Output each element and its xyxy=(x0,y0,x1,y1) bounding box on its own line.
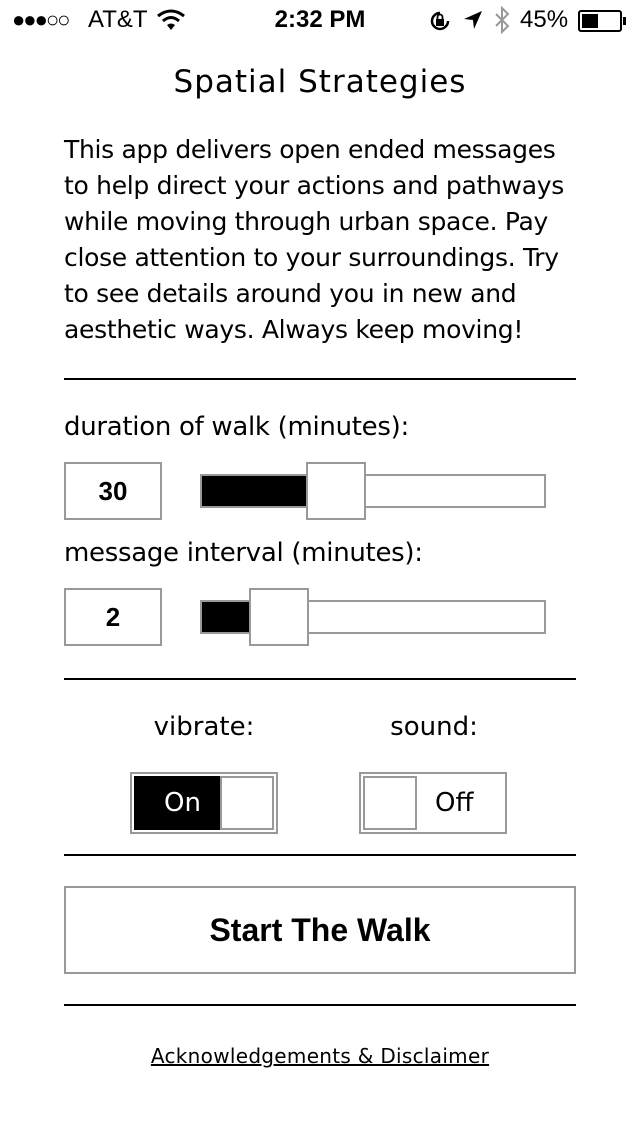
vibrate-label: vibrate: xyxy=(153,712,255,742)
sound-toggle[interactable]: Off xyxy=(359,772,507,834)
page-title: Spatial Strategies xyxy=(173,64,467,100)
start-walk-button[interactable]: Start The Walk xyxy=(64,886,576,974)
divider xyxy=(64,1004,576,1006)
slider-fill xyxy=(202,602,251,632)
battery-icon xyxy=(578,10,628,32)
vibrate-toggle-state: On xyxy=(164,788,201,818)
duration-value-field[interactable]: 30 xyxy=(64,462,162,520)
sound-label: sound: xyxy=(390,712,478,742)
interval-label: message interval (minutes): xyxy=(64,538,423,568)
intro-text: This app delivers open ended messages to… xyxy=(64,135,564,344)
slider-thumb[interactable] xyxy=(306,462,366,520)
battery-percent: 45% xyxy=(520,6,569,33)
vibrate-toggle[interactable]: On xyxy=(130,772,278,834)
toggle-knob xyxy=(363,776,417,830)
bluetooth-icon xyxy=(494,5,510,35)
slider-thumb[interactable] xyxy=(249,588,309,646)
acknowledgements-link[interactable]: Acknowledgements & Disclaimer xyxy=(0,1044,640,1068)
location-arrow-icon xyxy=(462,9,484,31)
divider xyxy=(64,854,576,856)
toggle-knob xyxy=(220,776,274,830)
duration-slider[interactable] xyxy=(200,462,546,520)
rotation-lock-icon xyxy=(428,9,452,33)
interval-slider[interactable] xyxy=(200,588,546,646)
slider-fill xyxy=(202,476,308,506)
divider xyxy=(64,678,576,680)
interval-value-field[interactable]: 2 xyxy=(64,588,162,646)
sound-toggle-state: Off xyxy=(435,788,474,818)
duration-label: duration of walk (minutes): xyxy=(64,412,409,442)
divider xyxy=(64,378,576,380)
status-bar: ●●●○○ AT&T 2:32 PM 45% xyxy=(0,0,640,40)
